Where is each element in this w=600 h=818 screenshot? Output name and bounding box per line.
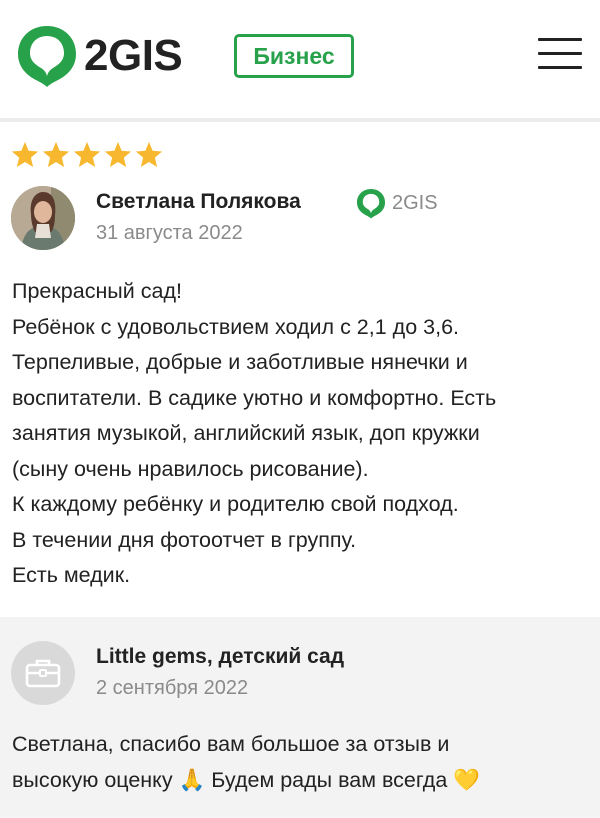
- review-source: 2GIS: [356, 188, 438, 219]
- top-bar: 2GIS Бизнес: [0, 0, 600, 118]
- review-line: занятия музыкой, английский язык, доп кр…: [12, 421, 480, 445]
- review-line: В течении дня фотоотчет в группу.: [12, 527, 357, 552]
- review-line: воспитатели. В садике уютно и комфортно.…: [12, 385, 497, 410]
- header-divider: [0, 118, 600, 122]
- hamburger-menu-icon[interactable]: [538, 38, 584, 74]
- review-line: (сыну очень нравилось рисование).: [12, 456, 369, 481]
- review-line: К каждому ребёнку и родителю свой подход…: [12, 492, 459, 516]
- reply-text: Светлана, спасибо вам большое за отзыв и…: [12, 727, 592, 798]
- user-photo: [11, 186, 75, 250]
- review-source-label: 2GIS: [392, 192, 438, 214]
- review-line: Терпеливые, добрые и заботливые нянечки …: [12, 350, 468, 374]
- business-badge[interactable]: Бизнес: [234, 34, 354, 78]
- reply-line: высокую оценку 🙏 Будем рады вам всегда 💛: [12, 767, 481, 792]
- org-name[interactable]: Little gems, детский сад: [96, 645, 344, 669]
- review-line: Есть медик.: [12, 563, 131, 587]
- star-icon: [11, 141, 39, 167]
- logo[interactable]: 2GIS: [16, 24, 183, 88]
- 2gis-pin-icon: [356, 188, 386, 219]
- logo-text: 2GIS: [84, 31, 183, 80]
- star-icon: [42, 141, 70, 167]
- review-date: 31 августа 2022: [96, 222, 243, 244]
- avatar[interactable]: [11, 186, 75, 250]
- star-icon: [73, 141, 101, 167]
- review-text: Прекрасный сад! Ребёнок с удовольствием …: [12, 274, 592, 594]
- star-icon: [135, 141, 163, 167]
- reply-date: 2 сентября 2022: [96, 677, 249, 699]
- org-avatar: [11, 641, 75, 705]
- briefcase-icon: [25, 659, 61, 688]
- review-author[interactable]: Светлана Полякова: [96, 190, 301, 214]
- 2gis-pin-icon: [18, 26, 76, 87]
- review-line: Ребёнок с удовольствием ходил с 2,1 до 3…: [12, 314, 459, 339]
- owner-reply: Little gems, детский сад 2 сентября 2022…: [0, 617, 600, 818]
- reply-line: Светлана, спасибо вам большое за отзыв и: [12, 732, 450, 756]
- review-line: Прекрасный сад!: [12, 279, 182, 303]
- rating-stars: [10, 140, 165, 170]
- star-icon: [104, 141, 132, 167]
